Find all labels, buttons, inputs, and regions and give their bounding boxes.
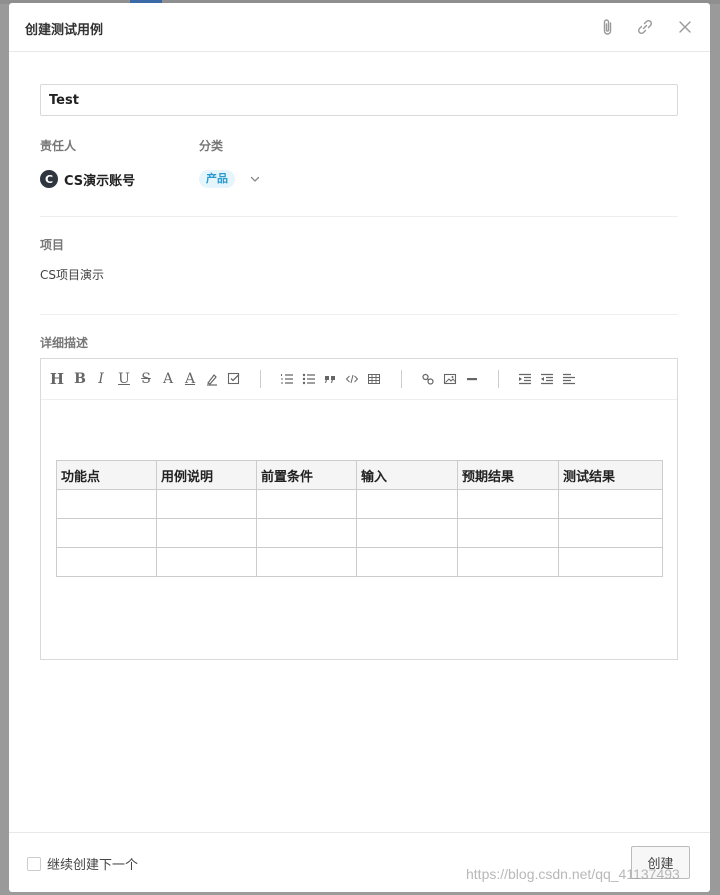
toolbar-separator (260, 370, 261, 388)
table-cell[interactable] (56, 489, 157, 519)
table-icon[interactable] (366, 371, 382, 387)
table-cell[interactable] (457, 547, 559, 577)
highlight-icon[interactable] (204, 371, 220, 387)
table-header-cell[interactable]: 前置条件 (256, 460, 357, 490)
avatar: C (40, 170, 58, 188)
table-header-cell[interactable]: 用例说明 (156, 460, 257, 490)
code-icon[interactable] (344, 371, 360, 387)
project-label: 项目 (40, 238, 65, 252)
outdent-icon[interactable] (539, 371, 555, 387)
link-insert-icon[interactable] (420, 371, 436, 387)
table-cell[interactable] (56, 547, 157, 577)
watermark: https://blog.csdn.net/qq_41137493 (466, 866, 680, 882)
editor-toolbar: H B I U S A A (41, 359, 677, 400)
indent-icon[interactable] (517, 371, 533, 387)
table-cell[interactable] (256, 518, 357, 548)
table-header-cell[interactable]: 预期结果 (457, 460, 559, 490)
table-cell[interactable] (558, 489, 663, 519)
close-icon[interactable] (675, 17, 695, 37)
modal-header: 创建测试用例 (9, 3, 710, 52)
modal-title: 创建测试用例 (25, 23, 104, 38)
ordered-list-icon[interactable] (279, 371, 295, 387)
testcase-table[interactable]: 功能点 用例说明 前置条件 输入 预期结果 测试结果 (56, 460, 663, 577)
checkbox-list-icon[interactable] (226, 371, 242, 387)
quote-icon[interactable] (322, 371, 338, 387)
table-cell[interactable] (56, 518, 157, 548)
table-cell[interactable] (558, 547, 663, 577)
category-label: 分类 (199, 139, 224, 153)
table-cell[interactable] (156, 518, 257, 548)
chevron-down-icon[interactable] (249, 173, 261, 185)
toolbar-separator (498, 370, 499, 388)
align-icon[interactable] (561, 371, 577, 387)
table-row (56, 518, 663, 548)
table-row (56, 547, 663, 577)
table-header-cell[interactable]: 功能点 (56, 460, 157, 490)
assignee-name: CS演示账号 (64, 173, 136, 189)
underline-button[interactable]: U (116, 371, 132, 387)
table-cell[interactable] (558, 518, 663, 548)
table-cell[interactable] (256, 489, 357, 519)
continue-checkbox[interactable] (27, 856, 41, 871)
table-cell[interactable] (457, 489, 559, 519)
category-selector[interactable]: 产品 (199, 169, 261, 189)
table-cell[interactable] (256, 547, 357, 577)
table-cell[interactable] (356, 547, 458, 577)
project-value[interactable]: CS项目演示 (40, 266, 104, 283)
heading-button[interactable]: H (49, 371, 65, 387)
table-row (56, 489, 663, 519)
continue-label: 继续创建下一个 (47, 858, 139, 873)
continue-create-toggle[interactable]: 继续创建下一个 (27, 854, 138, 873)
font-color-button[interactable]: A (182, 371, 198, 387)
assignee-selector[interactable]: C CS演示账号 (40, 169, 135, 189)
divider (40, 216, 678, 217)
table-header-cell[interactable]: 测试结果 (558, 460, 663, 490)
link-icon[interactable] (635, 17, 655, 37)
italic-button[interactable]: I (93, 371, 109, 387)
font-size-button[interactable]: A (160, 371, 176, 387)
title-input[interactable] (40, 84, 678, 116)
strikethrough-button[interactable]: S (138, 371, 154, 387)
paperclip-icon[interactable] (598, 17, 618, 37)
category-tag: 产品 (199, 170, 235, 188)
bullet-list-icon[interactable] (301, 371, 317, 387)
table-cell[interactable] (156, 489, 257, 519)
table-cell[interactable] (356, 518, 458, 548)
table-cell[interactable] (156, 547, 257, 577)
table-header-row: 功能点 用例说明 前置条件 输入 预期结果 测试结果 (56, 460, 663, 490)
rich-text-editor[interactable]: H B I U S A A 功能点 用例说明 前置条件 输入 预期结果 测试结果 (40, 358, 678, 660)
toolbar-separator (401, 370, 402, 388)
description-label: 详细描述 (40, 336, 89, 350)
table-cell[interactable] (457, 518, 559, 548)
bold-button[interactable]: B (72, 371, 88, 387)
assignee-label: 责任人 (40, 139, 77, 153)
create-testcase-modal: 创建测试用例 责任人 分类 C CS演示账号 产品 (9, 3, 710, 892)
modal-footer: 继续创建下一个 创建 (9, 832, 710, 892)
table-header-cell[interactable]: 输入 (356, 460, 458, 490)
image-icon[interactable] (442, 371, 458, 387)
divider (40, 314, 678, 315)
table-cell[interactable] (356, 489, 458, 519)
horizontal-rule-icon[interactable] (464, 371, 480, 387)
